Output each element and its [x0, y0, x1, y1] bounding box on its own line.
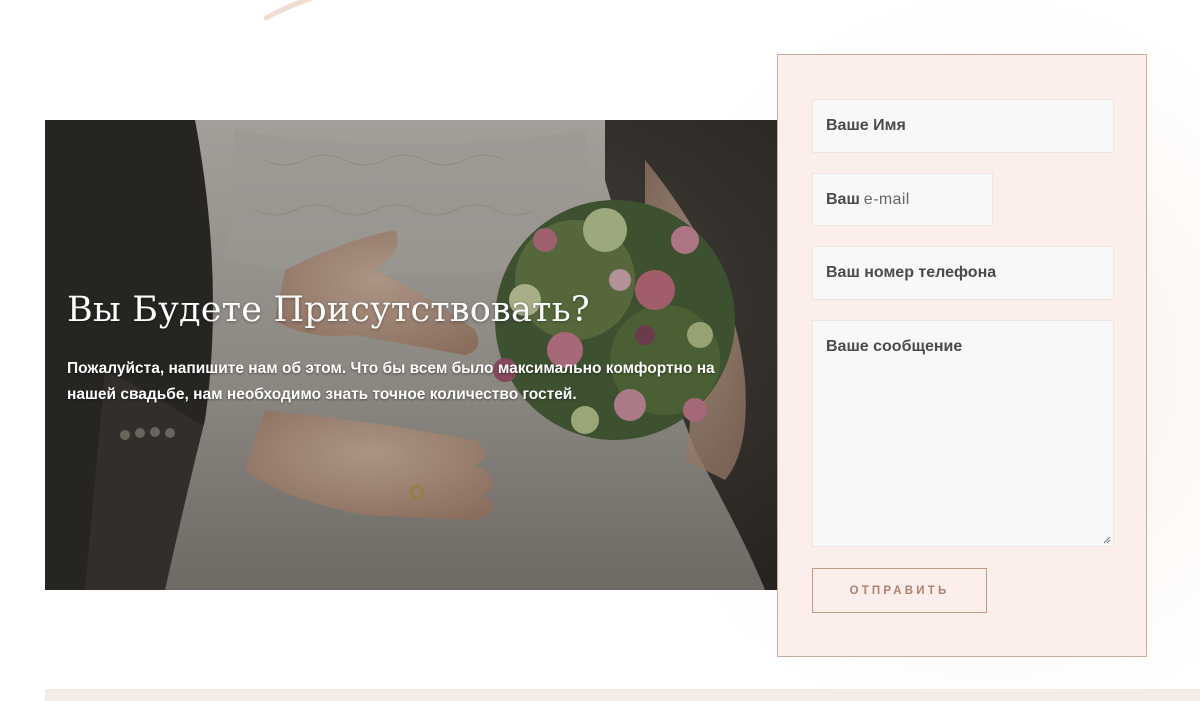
rsvp-form: Ваше Имя Ваш e-mail Ваш номер телефона В… — [777, 54, 1147, 657]
email-placeholder-bold: Ваш — [826, 190, 860, 208]
phone-placeholder: Ваш номер телефона — [826, 264, 997, 281]
rsvp-photo-panel: Вы Будете Присутствовать? Пожалуйста, на… — [45, 120, 778, 590]
resize-grip-icon[interactable] — [1101, 534, 1111, 544]
name-field[interactable]: Ваше Имя — [812, 99, 1114, 153]
rsvp-description: Пожалуйста, напишите нам об этом. Что бы… — [67, 360, 715, 403]
decorative-brush-stroke — [263, 0, 315, 21]
phone-field[interactable]: Ваш номер телефона — [812, 246, 1114, 300]
email-field[interactable]: Ваш e-mail — [812, 173, 993, 226]
message-textarea[interactable]: Ваше сообщение — [812, 320, 1114, 547]
email-placeholder-light: e-mail — [863, 190, 910, 208]
submit-button[interactable]: ОТПРАВИТЬ — [812, 568, 987, 613]
message-placeholder: Ваше сообщение — [826, 338, 963, 355]
name-placeholder: Ваше Имя — [826, 117, 906, 134]
bottom-divider — [45, 689, 1200, 701]
photo-dark-overlay — [45, 120, 778, 590]
rsvp-title: Вы Будете Присутствовать? — [67, 290, 590, 330]
